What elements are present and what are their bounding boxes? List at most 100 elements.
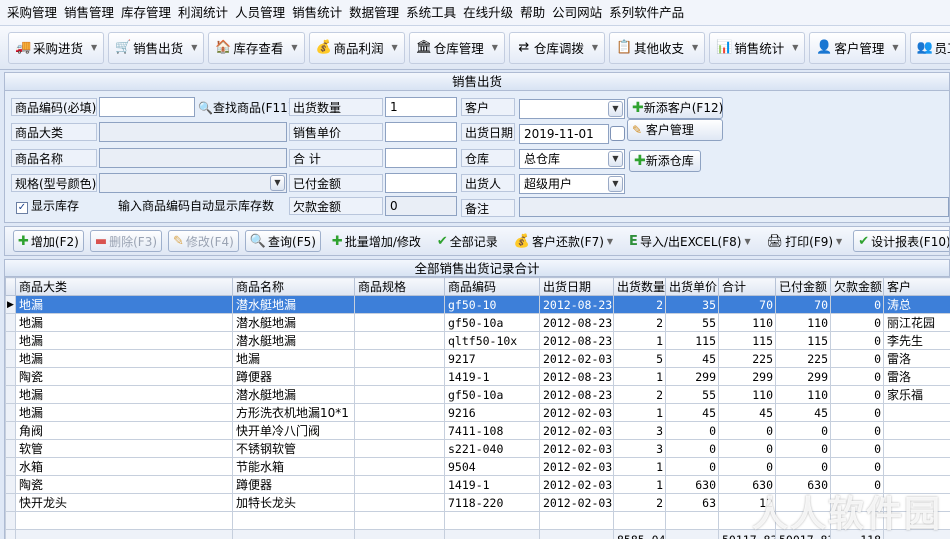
table-cell[interactable]: qltf50-10x [444, 331, 540, 350]
table-cell[interactable]: gf50-10 [444, 295, 540, 314]
menu-item-11[interactable]: 系列软件产品 [608, 0, 690, 26]
table-cell[interactable]: 0 [775, 421, 831, 440]
toolbar-button-6[interactable]: 📋 其他收支 ▼ [609, 31, 706, 64]
table-cell[interactable] [775, 493, 831, 512]
customer-select[interactable]: ▼ [519, 99, 625, 119]
table-cell[interactable]: 63 [665, 493, 719, 512]
menu-item-3[interactable]: 利润统计 [177, 0, 234, 26]
table-cell[interactable]: 45 [775, 403, 831, 422]
table-cell[interactable]: 陶瓷 [15, 367, 233, 386]
table-cell[interactable]: 地漏 [15, 385, 233, 404]
table-cell[interactable]: 0 [718, 421, 776, 440]
column-header[interactable]: 商品规格 [354, 277, 445, 296]
table-cell[interactable]: 0 [830, 439, 884, 458]
menu-item-1[interactable]: 销售管理 [63, 0, 120, 26]
toolbar-button-5[interactable]: ⇄ 仓库调拨 ▼ [508, 31, 606, 64]
table-cell[interactable]: 9217 [444, 349, 540, 368]
table-row[interactable]: 陶瓷 蹲便器 1419-1 2012-08-23 1 299 299 299 0 雷洛 [5, 367, 950, 386]
table-cell[interactable]: 0 [830, 295, 884, 314]
table-row[interactable]: 软管 不锈钢软管 s221-040 2012-02-03 3 0 0 0 0 [5, 439, 950, 458]
find-product-button[interactable]: 🔍查找商品(F11) [195, 99, 291, 117]
table-cell[interactable]: 0 [830, 475, 884, 494]
row-indicator[interactable] [5, 349, 16, 368]
table-cell[interactable]: 7118-220 [444, 493, 540, 512]
table-cell[interactable] [354, 385, 445, 404]
table-cell[interactable]: gf50-10a [444, 313, 540, 332]
table-cell[interactable] [354, 295, 445, 314]
table-cell[interactable]: 2012-08-23 [539, 313, 614, 332]
menu-item-7[interactable]: 系统工具 [405, 0, 462, 26]
table-row[interactable]: 陶瓷 蹲便器 1419-1 2012-02-03 1 630 630 630 0 [5, 475, 950, 494]
table-cell[interactable]: 2 [613, 385, 666, 404]
table-cell[interactable]: 潜水艇地漏 [232, 313, 355, 332]
table-cell[interactable]: 雷洛 [883, 367, 950, 386]
show-stock-checkbox[interactable]: ✓ 显示库存 [13, 197, 93, 215]
table-cell[interactable]: 2012-02-03 [539, 403, 614, 422]
table-cell[interactable]: 630 [775, 475, 831, 494]
table-cell[interactable] [883, 475, 950, 494]
toolbar-button-7[interactable]: 📊 销售统计 ▼ [709, 31, 806, 64]
category-field[interactable] [99, 122, 287, 142]
table-cell[interactable]: 299 [775, 367, 831, 386]
table-cell[interactable]: 0 [830, 367, 884, 386]
row-indicator[interactable] [5, 439, 16, 458]
table-cell[interactable]: 45 [718, 403, 776, 422]
table-cell[interactable]: 630 [665, 475, 719, 494]
table-cell[interactable]: 2 [613, 295, 666, 314]
table-cell[interactable]: 0 [830, 421, 884, 440]
table-cell[interactable]: 涛总 [883, 295, 950, 314]
row-pointer-icon[interactable]: ▶ [5, 295, 16, 314]
table-cell[interactable]: 1 [613, 367, 666, 386]
table-cell[interactable]: 110 [718, 385, 776, 404]
toolbar-button-9[interactable]: 👥员工管▼ [909, 31, 950, 64]
table-cell[interactable]: 加特长龙头 [232, 493, 355, 512]
edit-button[interactable]: ✎ 修改(F4) [168, 230, 239, 252]
table-cell[interactable]: 不锈钢软管 [232, 439, 355, 458]
table-cell[interactable]: 快开龙头 [15, 493, 233, 512]
menu-item-10[interactable]: 公司网站 [551, 0, 608, 26]
menu-item-9[interactable]: 帮助 [519, 0, 551, 26]
table-cell[interactable]: 雷洛 [883, 349, 950, 368]
table-cell[interactable]: 地漏 [15, 313, 233, 332]
toolbar-button-1[interactable]: 🛒 销售出货 ▼ [108, 31, 205, 64]
table-cell[interactable]: 0 [775, 457, 831, 476]
table-cell[interactable] [883, 439, 950, 458]
table-cell[interactable]: 李先生 [883, 331, 950, 350]
table-cell[interactable]: 0 [830, 331, 884, 350]
table-cell[interactable]: 2012-02-03 [539, 439, 614, 458]
table-cell[interactable]: 70 [775, 295, 831, 314]
query-button[interactable]: 🔍 查询(F5) [244, 230, 321, 252]
table-cell[interactable]: 丽江花园 [883, 313, 950, 332]
column-header[interactable]: 已付金额 [775, 277, 831, 296]
table-cell[interactable]: 115 [718, 331, 776, 350]
table-cell[interactable]: 45 [665, 349, 719, 368]
product-code-input[interactable] [99, 97, 195, 117]
table-cell[interactable]: 2012-08-23 [539, 331, 614, 350]
table-cell[interactable]: 70 [718, 295, 776, 314]
all-records-button[interactable]: ✔ 全部记录 [432, 230, 503, 252]
table-cell[interactable]: 地漏 [15, 349, 233, 368]
table-cell[interactable]: 2012-02-03 [539, 493, 614, 512]
table-cell[interactable]: 35 [665, 295, 719, 314]
table-cell[interactable]: 110 [718, 313, 776, 332]
table-cell[interactable]: 蹲便器 [232, 367, 355, 386]
table-cell[interactable] [354, 493, 445, 512]
menu-item-8[interactable]: 在线升级 [462, 0, 519, 26]
name-field[interactable] [99, 148, 287, 168]
table-cell[interactable]: 2012-02-03 [539, 421, 614, 440]
menu-item-4[interactable]: 人员管理 [234, 0, 291, 26]
table-cell[interactable]: 潜水艇地漏 [232, 295, 355, 314]
table-cell[interactable]: 1 [613, 457, 666, 476]
table-cell[interactable]: 2012-02-03 [539, 475, 614, 494]
table-cell[interactable]: s221-040 [444, 439, 540, 458]
table-cell[interactable] [354, 349, 445, 368]
table-cell[interactable]: 0 [665, 457, 719, 476]
column-header[interactable]: 商品编码 [444, 277, 540, 296]
table-cell[interactable]: 0 [718, 439, 776, 458]
column-header[interactable]: 出货数量 [613, 277, 666, 296]
table-cell[interactable]: 0 [665, 421, 719, 440]
row-indicator[interactable] [5, 493, 16, 512]
column-header[interactable]: 商品大类 [15, 277, 233, 296]
row-indicator[interactable] [5, 313, 16, 332]
table-cell[interactable] [354, 331, 445, 350]
